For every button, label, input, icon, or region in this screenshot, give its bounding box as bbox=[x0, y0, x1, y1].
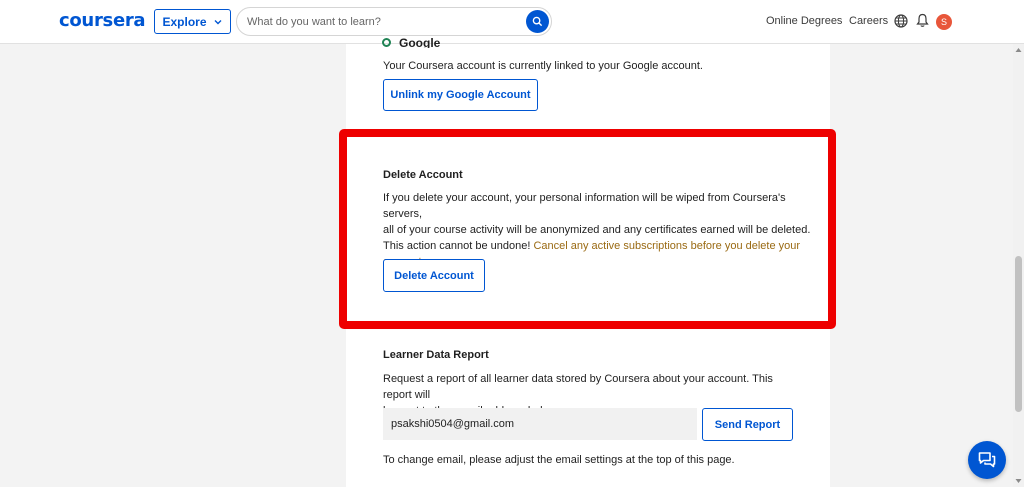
scroll-thumb[interactable] bbox=[1015, 256, 1022, 412]
delete-desc-line1: If you delete your account, your persona… bbox=[383, 192, 786, 220]
search-button[interactable] bbox=[526, 10, 549, 33]
nav-careers[interactable]: Careers bbox=[849, 15, 888, 27]
report-desc-line1: Request a report of all learner data sto… bbox=[383, 373, 773, 401]
google-provider-label: Google bbox=[399, 36, 441, 48]
bell-icon[interactable] bbox=[916, 13, 929, 28]
globe-icon[interactable] bbox=[894, 14, 908, 28]
learner-data-report-title: Learner Data Report bbox=[383, 349, 489, 361]
nav-online-degrees[interactable]: Online Degrees bbox=[766, 15, 842, 27]
check-circle-icon bbox=[382, 38, 391, 47]
google-provider-row: Google bbox=[382, 36, 582, 48]
chat-icon bbox=[978, 452, 996, 468]
change-email-note: To change email, please adjust the email… bbox=[383, 454, 735, 466]
delete-account-title: Delete Account bbox=[383, 169, 463, 181]
scroll-up-arrow-icon[interactable] bbox=[1015, 47, 1022, 53]
delete-account-button[interactable]: Delete Account bbox=[383, 259, 485, 292]
search-bar bbox=[236, 7, 552, 36]
unlink-google-button[interactable]: Unlink my Google Account bbox=[383, 79, 538, 111]
avatar[interactable]: S bbox=[936, 14, 952, 30]
search-icon bbox=[532, 16, 543, 27]
delete-desc-line2: all of your course activity will be anon… bbox=[383, 224, 811, 236]
explore-button[interactable]: Explore bbox=[154, 9, 231, 34]
search-input[interactable] bbox=[247, 13, 517, 31]
explore-label: Explore bbox=[162, 14, 207, 29]
chevron-down-icon bbox=[214, 19, 221, 24]
coursera-logo[interactable]: coursera bbox=[59, 10, 146, 31]
delete-account-description: If you delete your account, your persona… bbox=[383, 190, 813, 270]
delete-desc-line3: This action cannot be undone! bbox=[383, 240, 534, 252]
google-linked-text: Your Coursera account is currently linke… bbox=[383, 60, 703, 72]
email-field[interactable] bbox=[383, 408, 697, 440]
chat-button[interactable] bbox=[968, 441, 1006, 479]
scroll-down-arrow-icon[interactable] bbox=[1015, 478, 1022, 484]
send-report-button[interactable]: Send Report bbox=[702, 408, 793, 441]
page-scrollbar[interactable] bbox=[1013, 44, 1024, 487]
